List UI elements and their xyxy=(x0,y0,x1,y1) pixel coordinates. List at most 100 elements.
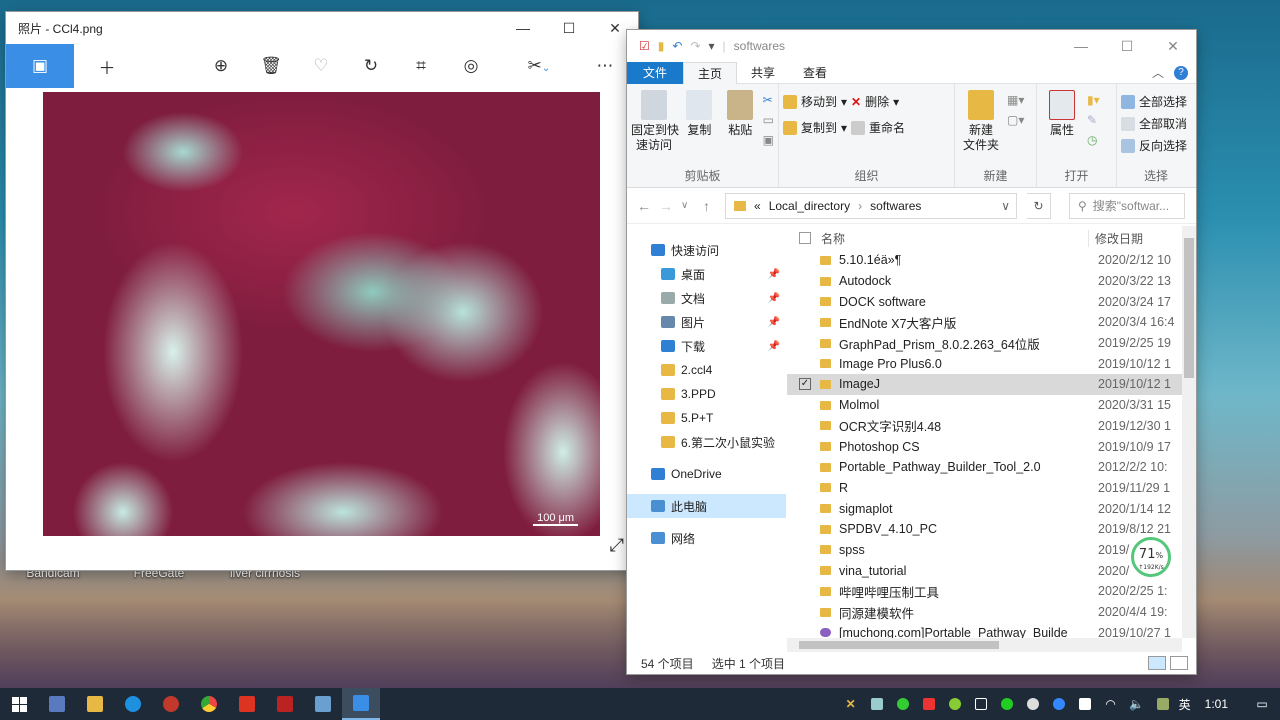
row-checkbox[interactable] xyxy=(799,523,811,535)
maximize-icon[interactable]: ☐ xyxy=(546,20,592,37)
up-icon[interactable]: ↑ xyxy=(703,198,715,214)
row-checkbox[interactable] xyxy=(799,420,811,432)
undo-icon[interactable]: ↶ xyxy=(672,39,682,53)
photos-icon[interactable] xyxy=(342,688,380,720)
clock[interactable]: 1:01 xyxy=(1205,697,1228,711)
tab-file[interactable]: 文件 xyxy=(627,61,684,84)
file-row[interactable]: EndNote X7大客户版 2020/3/4 16:4 xyxy=(787,312,1196,333)
delete-button[interactable]: ✕ 删除 ▾ xyxy=(851,93,905,110)
file-row[interactable]: DOCK software 2020/3/24 17 xyxy=(787,291,1196,312)
vertical-scrollbar[interactable] xyxy=(1182,226,1196,638)
move-to-button[interactable]: 移动到 ▾ xyxy=(783,93,847,110)
network-speed-widget[interactable]: 71% ↑192K/s xyxy=(1131,537,1171,577)
nav-item[interactable]: 快速访问 xyxy=(627,238,786,262)
nav-item[interactable]: 文档 📌 xyxy=(627,286,786,310)
edit-icon[interactable]: ✂⌄ xyxy=(514,56,564,76)
file-row[interactable]: 哔哩哔哩压制工具 2020/2/25 1: xyxy=(787,581,1196,602)
photos-titlebar[interactable]: 照片 - CCl4.png — ☐ ✕ xyxy=(6,12,638,44)
app-red-icon[interactable] xyxy=(152,688,190,720)
notification-icon[interactable]: ▭ xyxy=(1252,694,1272,714)
file-row[interactable]: Photoshop CS 2019/10/9 17 xyxy=(787,436,1196,457)
row-checkbox[interactable] xyxy=(799,503,811,515)
collapse-ribbon-icon[interactable]: ︿ xyxy=(1152,64,1164,81)
nav-item[interactable]: 5.P+T xyxy=(627,406,786,430)
file-row[interactable]: OCR文字识别4.48 2019/12/30 1 xyxy=(787,416,1196,437)
row-checkbox[interactable] xyxy=(799,399,811,411)
row-checkbox[interactable] xyxy=(799,254,811,266)
nav-item[interactable]: 网络 xyxy=(627,526,786,550)
details-view-icon[interactable] xyxy=(1148,656,1166,670)
breadcrumb-softwares[interactable]: softwares xyxy=(870,199,921,213)
row-checkbox[interactable] xyxy=(799,565,811,577)
file-row[interactable]: R 2019/11/29 1 xyxy=(787,478,1196,499)
pin-icon[interactable]: 📌 xyxy=(768,317,780,328)
column-date[interactable]: 修改日期 xyxy=(1088,229,1143,247)
file-row[interactable]: SPDBV_4.10_PC 2019/8/12 21 xyxy=(787,519,1196,540)
file-row[interactable]: ✓ ImageJ 2019/10/12 1 xyxy=(787,374,1196,395)
acrobat-icon[interactable] xyxy=(228,688,266,720)
row-checkbox[interactable] xyxy=(799,627,811,639)
tab-view[interactable]: 查看 xyxy=(789,62,841,84)
maximize-icon[interactable]: ☐ xyxy=(1104,38,1150,55)
forward-icon[interactable]: → xyxy=(659,198,673,214)
tab-home[interactable]: 主页 xyxy=(683,61,738,84)
copy-path-icon[interactable]: ▭ xyxy=(763,113,774,127)
file-row[interactable]: Molmol 2020/3/31 15 xyxy=(787,395,1196,416)
file-row[interactable]: Autodock 2020/3/22 13 xyxy=(787,271,1196,292)
close-icon[interactable]: ✕ xyxy=(1150,38,1196,55)
help-icon[interactable]: ? xyxy=(1174,65,1188,80)
file-explorer-icon[interactable] xyxy=(76,688,114,720)
copy-to-button[interactable]: 复制到 ▾ xyxy=(783,119,847,136)
select-all-button[interactable]: 全部选择 xyxy=(1121,93,1187,110)
file-row[interactable]: 同源建模软件 2020/4/4 19: xyxy=(787,602,1196,623)
invert-selection-button[interactable]: 反向选择 xyxy=(1121,137,1187,154)
tab-share[interactable]: 共享 xyxy=(737,62,789,84)
refresh-icon[interactable]: ↻ xyxy=(1027,192,1051,219)
minimize-icon[interactable]: — xyxy=(500,20,546,37)
row-checkbox[interactable] xyxy=(799,358,811,370)
nav-item[interactable]: 下载 📌 xyxy=(627,334,786,358)
row-checkbox[interactable] xyxy=(799,337,811,349)
row-checkbox[interactable] xyxy=(799,316,811,328)
cut-icon[interactable]: ✂ xyxy=(763,93,774,107)
chevron-down-icon[interactable]: ∨ xyxy=(1001,199,1010,213)
tray-wechat-icon[interactable] xyxy=(997,694,1017,714)
paste-shortcut-icon[interactable]: ▣ xyxy=(763,133,774,147)
pin-icon[interactable]: 📌 xyxy=(768,269,780,280)
back-icon[interactable]: ← xyxy=(637,198,651,214)
rename-button[interactable]: 重命名 xyxy=(851,119,905,136)
nav-item[interactable]: OneDrive xyxy=(627,462,786,486)
column-name[interactable]: 名称 xyxy=(821,230,1088,247)
ime-indicator[interactable]: 英 xyxy=(1179,696,1191,713)
row-checkbox[interactable] xyxy=(799,275,811,287)
edit-file-icon[interactable]: ✎ xyxy=(1087,113,1100,127)
scroll-thumb[interactable] xyxy=(1184,238,1194,378)
file-row[interactable]: sigmaplot 2020/1/14 12 xyxy=(787,498,1196,519)
edge-icon[interactable] xyxy=(114,688,152,720)
app-tools-icon[interactable] xyxy=(304,688,342,720)
nav-item[interactable]: 3.PPD xyxy=(627,382,786,406)
fullscreen-expand-icon[interactable]: ⤢ xyxy=(610,535,624,556)
easy-access-icon[interactable]: ▢▾ xyxy=(1007,113,1024,127)
tray-red-icon[interactable] xyxy=(919,694,939,714)
input-method-icon[interactable] xyxy=(1153,694,1173,714)
pin-icon[interactable]: 📌 xyxy=(768,341,780,352)
nav-item[interactable]: 此电脑 xyxy=(627,494,786,518)
qa-dropdown-icon[interactable]: ▾ xyxy=(709,39,715,53)
nav-item[interactable]: 2.ccl4 xyxy=(627,358,786,382)
file-row[interactable]: Portable_Pathway_Builder_Tool_2.0 2012/2/… xyxy=(787,457,1196,478)
app-pdf-icon[interactable] xyxy=(266,688,304,720)
nav-item[interactable]: 桌面 📌 xyxy=(627,262,786,286)
qa-properties-icon[interactable]: ☑ xyxy=(639,39,650,53)
delete-icon[interactable]: 🗑 xyxy=(246,56,296,76)
tray-app-icon[interactable] xyxy=(867,694,887,714)
favorite-icon[interactable]: ♡ xyxy=(296,56,346,76)
redo-icon[interactable]: ↷ xyxy=(690,39,700,53)
view-image-icon[interactable]: ▣ xyxy=(6,44,74,88)
enhance-icon[interactable]: ◎ xyxy=(446,56,496,76)
select-none-button[interactable]: 全部取消 xyxy=(1121,115,1187,132)
row-checkbox[interactable]: ✓ xyxy=(799,378,811,391)
file-row[interactable]: GraphPad_Prism_8.0.2.263_64位版 2019/2/25 1… xyxy=(787,333,1196,354)
tray-lime-icon[interactable] xyxy=(945,694,965,714)
file-row[interactable]: Image Pro Plus6.0 2019/10/12 1 xyxy=(787,353,1196,374)
